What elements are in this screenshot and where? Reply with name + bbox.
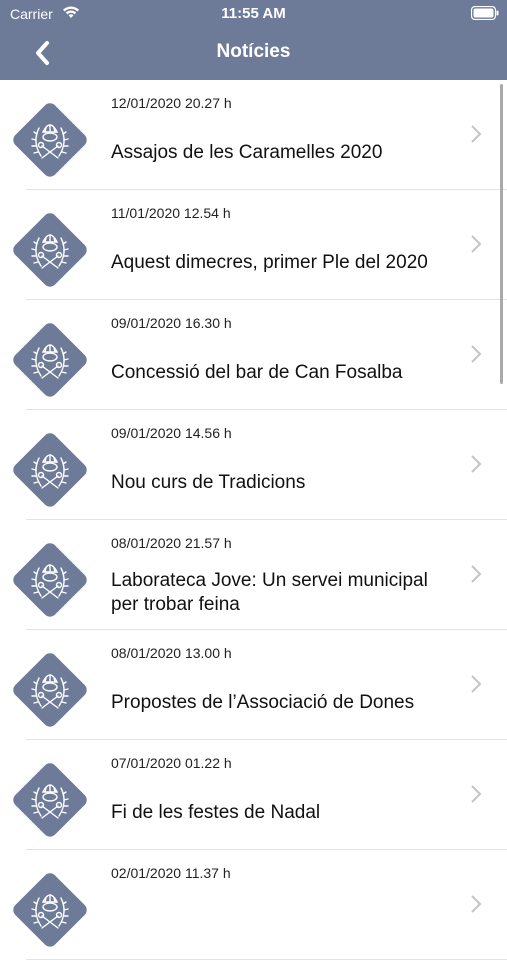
chevron-right-icon (471, 345, 482, 363)
news-date: 07/01/2020 01.22 h (111, 755, 232, 771)
coat-of-arms-icon (9, 319, 91, 401)
chevron-right-icon (471, 125, 482, 143)
news-row[interactable]: 09/01/2020 16.30 h Concessió del bar de … (0, 300, 507, 410)
news-row[interactable]: 02/01/2020 11.37 h (0, 850, 507, 960)
news-date: 08/01/2020 21.57 h (111, 535, 232, 551)
scrollbar[interactable] (500, 84, 503, 384)
news-row[interactable]: 11/01/2020 12.54 h Aquest dimecres, prim… (0, 190, 507, 300)
navigation-bar: Notícies (0, 28, 507, 80)
status-bar: Carrier 11:55 AM (0, 0, 507, 28)
coat-of-arms-icon (9, 99, 91, 181)
news-row[interactable]: 08/01/2020 21.57 h Laborateca Jove: Un s… (0, 520, 507, 630)
news-title: Aquest dimecres, primer Ple del 2020 (111, 252, 428, 273)
news-title: Fi de les festes de Nadal (111, 802, 321, 823)
news-date: 02/01/2020 11.37 h (111, 865, 231, 881)
news-row[interactable]: 08/01/2020 13.00 h Propostes de l’Associ… (0, 630, 507, 740)
page-title: Notícies (216, 41, 291, 62)
news-title: Nou curs de Tradicions (111, 472, 306, 493)
news-row[interactable]: 12/01/2020 20.27 h Assajos de les Carame… (0, 80, 507, 190)
clock: 11:55 AM (221, 5, 286, 22)
chevron-right-icon (471, 895, 482, 913)
news-title: Concessió del bar de Can Fosalba (111, 362, 403, 383)
news-row[interactable]: 07/01/2020 01.22 h Fi de les festes de N… (0, 740, 507, 850)
coat-of-arms-icon (9, 869, 91, 951)
news-title: Assajos de les Caramelles 2020 (111, 142, 383, 163)
chevron-right-icon (471, 235, 482, 253)
coat-of-arms-icon (9, 649, 91, 731)
battery-icon (471, 6, 499, 20)
news-date: 11/01/2020 12.54 h (111, 205, 231, 221)
news-list: 12/01/2020 20.27 h Assajos de les Carame… (0, 80, 507, 960)
news-date: 12/01/2020 20.27 h (111, 95, 232, 111)
chevron-right-icon (471, 455, 482, 473)
news-title: Laborateca Jove: Un servei municipal per… (111, 570, 428, 615)
coat-of-arms-icon (9, 429, 91, 511)
news-title: Propostes de l’Associació de Dones (111, 692, 415, 713)
chevron-right-icon (471, 785, 482, 803)
news-row[interactable]: 09/01/2020 14.56 h Nou curs de Tradicion… (0, 410, 507, 520)
news-date: 09/01/2020 14.56 h (111, 425, 232, 441)
chevron-right-icon (471, 565, 482, 583)
news-date: 08/01/2020 13.00 h (111, 645, 232, 661)
coat-of-arms-icon (9, 209, 91, 291)
news-date: 09/01/2020 16.30 h (111, 315, 232, 331)
chevron-right-icon (471, 675, 482, 693)
coat-of-arms-icon (9, 759, 91, 841)
coat-of-arms-icon (9, 539, 91, 621)
